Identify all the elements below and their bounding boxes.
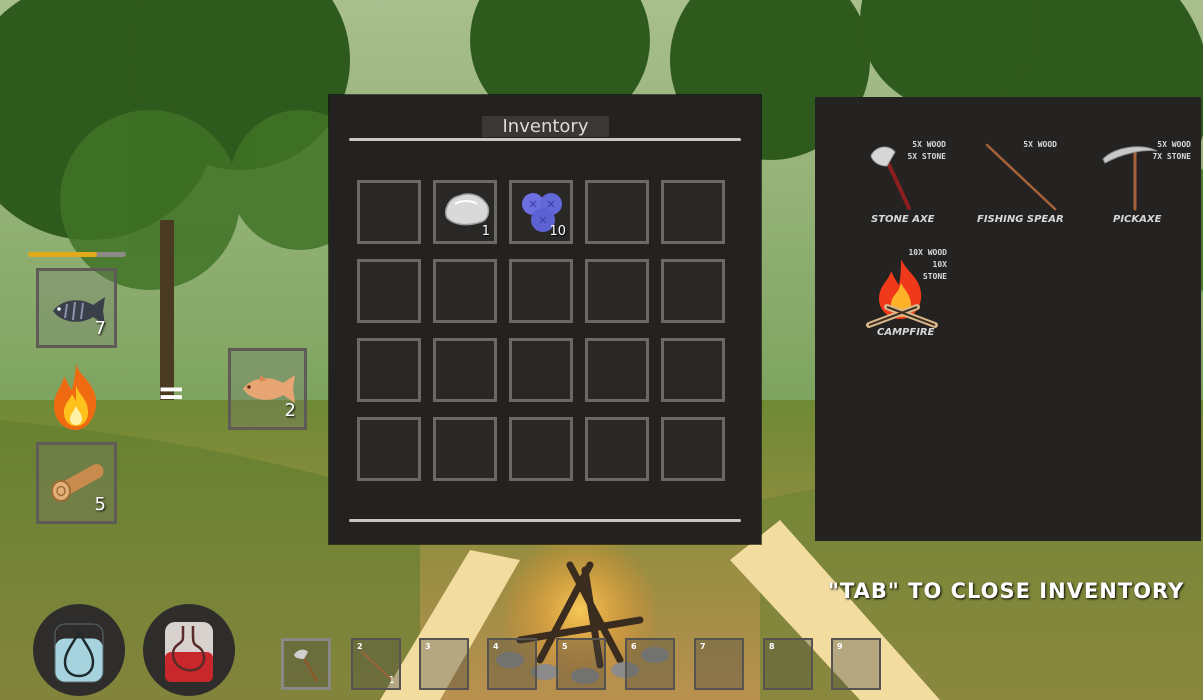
inventory-slot[interactable] — [357, 180, 421, 244]
hotbar-slot-number: 4 — [493, 642, 499, 651]
inventory-slot[interactable] — [585, 338, 649, 402]
hotbar-slot-3[interactable]: 3 — [419, 638, 469, 690]
hotbar-slot-4[interactable]: 4 — [487, 638, 537, 690]
hotbar-slot-number: 3 — [425, 642, 431, 651]
hotbar-slot-8[interactable]: 8 — [763, 638, 813, 690]
hotbar-slot-7[interactable]: 7 — [694, 638, 744, 690]
recipe-name: STONE AXE — [871, 214, 935, 225]
inventory-slot[interactable]: 1 — [433, 180, 497, 244]
inventory-grid: 1 10 — [357, 180, 727, 481]
cooking-progress-bar — [28, 252, 126, 257]
stone-icon — [445, 193, 490, 226]
inventory-slot[interactable]: 10 — [509, 180, 573, 244]
inventory-panel: Inventory 1 10 — [329, 95, 761, 544]
stone-axe-icon — [294, 649, 319, 683]
inventory-slot[interactable] — [433, 417, 497, 481]
item-count: 10 — [549, 224, 566, 239]
close-inventory-hint: "TAB" TO CLOSE INVENTORY — [828, 579, 1185, 603]
raw-fish-count: 7 — [94, 318, 106, 339]
inventory-slot[interactable] — [357, 417, 421, 481]
inventory-slot[interactable] — [433, 259, 497, 323]
recipe-cost: 5X WOOD — [1023, 140, 1057, 149]
recipe-pickaxe[interactable]: 5X WOOD 7X STONE PICKAXE — [1101, 137, 1197, 232]
inventory-slot[interactable] — [661, 180, 725, 244]
recipe-stone-axe[interactable]: 5X WOOD 5X STONE STONE AXE — [865, 137, 955, 232]
hotbar-item-count: 1 — [388, 675, 395, 686]
cooking-progress-fill — [28, 252, 97, 257]
inventory-slot[interactable] — [357, 259, 421, 323]
inventory-slot[interactable] — [357, 338, 421, 402]
stomach-icon — [165, 622, 213, 682]
hotbar-slot-1[interactable] — [281, 638, 331, 690]
cooking-output-slot[interactable]: 2 — [228, 348, 307, 430]
thirst-meter — [33, 604, 125, 696]
hotbar-slot-2[interactable]: 21 — [351, 638, 401, 690]
inventory-title: Inventory — [482, 116, 609, 137]
inventory-slot[interactable] — [661, 338, 725, 402]
cooking-input-slot[interactable]: 7 — [36, 268, 117, 348]
recipe-campfire[interactable]: 10X WOOD 10X STONE CAMPFIRE — [861, 247, 957, 342]
inventory-divider-top — [349, 138, 741, 141]
hunger-meter — [143, 604, 235, 696]
inventory-slot[interactable] — [509, 417, 573, 481]
hotbar-slot-number: 9 — [837, 642, 843, 651]
inventory-slot[interactable] — [585, 180, 649, 244]
recipe-cost: 10X WOOD 10X STONE — [908, 248, 947, 281]
inventory-slot[interactable] — [585, 259, 649, 323]
inventory-slot[interactable] — [509, 259, 573, 323]
hotbar-slot-6[interactable]: 6 — [625, 638, 675, 690]
inventory-slot[interactable] — [509, 338, 573, 402]
recipe-fishing-spear[interactable]: 5X WOOD FISHING SPEAR — [975, 137, 1075, 232]
recipe-name: FISHING SPEAR — [977, 214, 1064, 225]
inventory-slot[interactable] — [661, 417, 725, 481]
hotbar-slot-number: 7 — [700, 642, 706, 651]
equals-sign: = — [157, 373, 186, 413]
inventory-slot[interactable] — [585, 417, 649, 481]
recipe-cost: 5X WOOD 7X STONE — [1152, 140, 1191, 161]
hotbar-slot-9[interactable]: 9 — [831, 638, 881, 690]
hotbar-slot-number: 8 — [769, 642, 775, 651]
cooked-fish-count: 2 — [284, 400, 296, 421]
crafting-panel: 5X WOOD 5X STONE STONE AXE 5X WOOD FISHI… — [815, 97, 1201, 541]
inventory-divider-bottom — [349, 519, 741, 522]
inventory-slot[interactable] — [661, 259, 725, 323]
recipe-cost: 5X WOOD 5X STONE — [907, 140, 946, 161]
hotbar-slot-number: 6 — [631, 642, 637, 651]
water-drop-icon — [54, 623, 104, 683]
wood-count: 5 — [94, 494, 106, 515]
recipe-name: PICKAXE — [1113, 214, 1162, 225]
hotbar-slot-number: 5 — [562, 642, 568, 651]
recipe-name: CAMPFIRE — [877, 327, 935, 338]
cooking-fuel-slot[interactable]: 5 — [36, 442, 117, 524]
item-count: 1 — [481, 224, 490, 239]
inventory-slot[interactable] — [433, 338, 497, 402]
fire-icon — [54, 364, 97, 430]
hotbar-slot-5[interactable]: 5 — [556, 638, 606, 690]
fishing-spear-icon — [985, 143, 1057, 211]
